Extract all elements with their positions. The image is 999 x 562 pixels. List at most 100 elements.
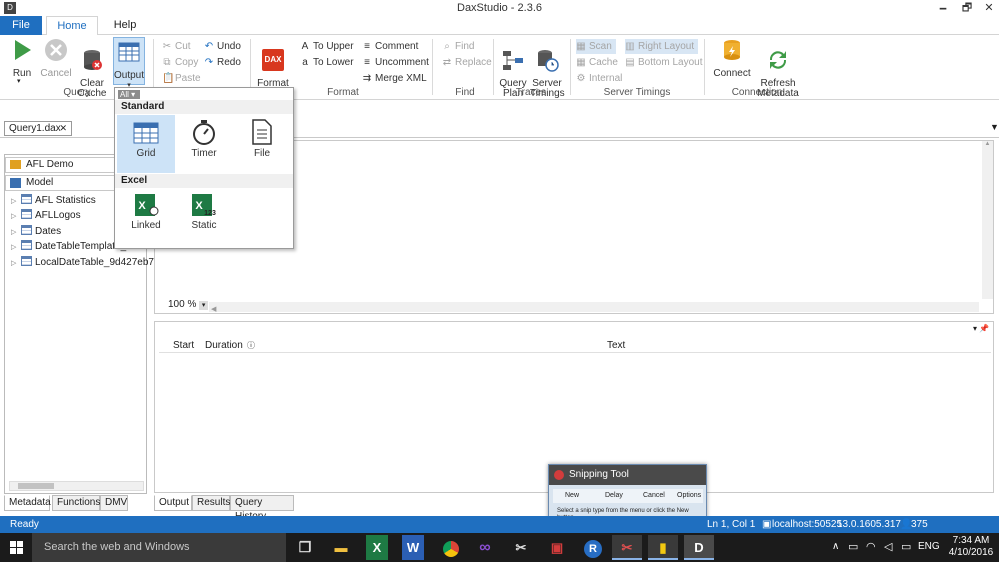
snip-new-button[interactable]: New	[565, 489, 579, 503]
zoom-selector[interactable]: 100 % ▾	[168, 299, 209, 310]
format-group-label: Format	[327, 87, 359, 98]
comment-button[interactable]: ≡ Comment	[362, 39, 418, 54]
r-icon[interactable]: R	[578, 535, 608, 560]
taskbar-search[interactable]: Search the web and Windows	[32, 533, 286, 562]
redo-icon: ↷	[204, 57, 214, 68]
expand-icon[interactable]: ▷	[11, 209, 21, 224]
table-item[interactable]: ▷ Dates	[11, 224, 61, 239]
pane-menu-icon[interactable]: ▾	[973, 324, 977, 333]
tab-file[interactable]: File	[0, 16, 42, 35]
excel-icon[interactable]: X	[366, 535, 388, 560]
presentation-icon[interactable]: ▣	[542, 535, 572, 560]
show-hidden-icons[interactable]: ∧	[832, 541, 839, 552]
paste-button[interactable]: 📋Paste	[162, 71, 201, 86]
internal-toggle[interactable]: ⚙ Internal	[576, 71, 623, 86]
snip-options-button[interactable]: Options	[677, 489, 701, 503]
table-item[interactable]: ▷ DateTableTemplate_	[11, 239, 126, 254]
windows-start-icon[interactable]	[10, 541, 23, 554]
notification-icon[interactable]: ▭	[901, 540, 911, 553]
cut-button[interactable]: ✂ Cut	[162, 39, 191, 54]
ribbon-collapse-icon[interactable]: ▼	[990, 122, 999, 132]
expand-icon[interactable]: ▷	[11, 194, 21, 209]
paste-icon: 📋	[162, 73, 175, 84]
column-start[interactable]: Start	[173, 338, 194, 353]
redo-button[interactable]: ↷ Redo	[204, 55, 241, 70]
wifi-icon[interactable]: ◠	[866, 540, 876, 553]
cache-toggle[interactable]: ▦ Cache	[576, 55, 618, 70]
close-button[interactable]: ✕	[978, 0, 999, 16]
output-timer-item[interactable]: Timer	[175, 115, 233, 173]
to-lower-button[interactable]: a To Lower	[300, 55, 353, 70]
tab-metadata[interactable]: Metadata	[4, 495, 51, 511]
server-name[interactable]: localhost:50525	[772, 516, 842, 533]
run-button[interactable]: Run	[8, 38, 36, 79]
volume-icon[interactable]: ◁	[884, 540, 892, 553]
table-item[interactable]: ▷ LocalDateTable_9d427eb7-	[11, 255, 157, 270]
filter-dropdown[interactable]: All ▾	[118, 90, 140, 99]
tab-help[interactable]: Help	[106, 16, 144, 35]
power-bi-icon[interactable]: ▮	[648, 535, 678, 560]
table-item[interactable]: ▷ AFL Statistics	[11, 193, 96, 208]
output-static-item[interactable]: X 123 Static	[175, 189, 233, 239]
task-view-icon[interactable]: ❐	[290, 535, 320, 560]
snip-cancel-button[interactable]: Cancel	[643, 489, 665, 503]
scroll-left-icon[interactable]: ◀	[209, 306, 216, 313]
snip-delay-button[interactable]: Delay	[605, 489, 623, 503]
scrollbar-thumb[interactable]	[18, 483, 54, 489]
output-linked-item[interactable]: X Linked	[117, 189, 175, 239]
expand-icon[interactable]: ▷	[11, 225, 21, 240]
zoom-dropdown-icon[interactable]: ▾	[199, 301, 209, 310]
minimize-button[interactable]: 🗕	[932, 0, 954, 16]
tab-query-history[interactable]: Query History	[230, 495, 294, 522]
horizontal-scrollbar[interactable]	[9, 481, 144, 491]
tab-query1[interactable]: Query1.dax ✕	[4, 121, 72, 136]
scroll-up-icon[interactable]: ▲	[982, 141, 993, 147]
output-file-item[interactable]: File	[233, 115, 291, 173]
linked-label: Linked	[131, 220, 161, 231]
expand-icon[interactable]: ▷	[11, 256, 21, 271]
right-layout-toggle[interactable]: ▥ Right Layout	[625, 39, 699, 54]
column-text[interactable]: Text	[607, 338, 625, 353]
uncomment-button[interactable]: ≡ Uncomment	[362, 55, 429, 70]
output-button[interactable]: Output ▾	[113, 37, 145, 89]
merge-xml-button[interactable]: ⇉ Merge XML	[362, 71, 427, 86]
chrome-icon[interactable]	[436, 535, 466, 560]
connect-button[interactable]: Connect	[712, 38, 752, 79]
visual-studio-icon[interactable]: ∞	[470, 535, 500, 560]
battery-icon[interactable]: ▭	[848, 540, 858, 553]
find-button[interactable]: ⌕ Find	[442, 39, 474, 54]
cancel-button[interactable]: Cancel	[40, 38, 72, 79]
copy-button[interactable]: ⧉ Copy	[162, 55, 198, 70]
run-dropdown-icon[interactable]: ▾	[17, 77, 21, 85]
tab-dmv[interactable]: DMV	[100, 495, 128, 511]
undo-button[interactable]: ↶ Undo	[204, 39, 241, 54]
clock[interactable]: 7:34 AM 4/10/2016	[946, 535, 996, 559]
uncomment-icon: ≡	[364, 57, 370, 68]
close-tab-icon[interactable]: ✕	[59, 122, 67, 135]
vertical-scrollbar[interactable]: ▲	[982, 141, 993, 299]
restore-button[interactable]: 🗗	[956, 0, 978, 16]
tab-output[interactable]: Output	[154, 495, 192, 511]
language-indicator[interactable]: ENG	[918, 541, 940, 552]
lowercase-icon: a	[302, 57, 308, 68]
file-explorer-icon[interactable]: ▬	[326, 535, 356, 560]
snipping-tool-taskbar-icon[interactable]: ✂	[612, 535, 642, 560]
comment-label: Comment	[375, 41, 419, 52]
scan-toggle[interactable]: ▦ Scan	[576, 39, 616, 54]
editor-horizontal-scrollbar[interactable]: ◀	[209, 302, 979, 313]
tab-functions[interactable]: Functions	[52, 495, 100, 511]
word-icon[interactable]: W	[402, 535, 424, 560]
to-upper-button[interactable]: A To Upper	[300, 39, 354, 54]
table-item[interactable]: ▷ AFLLogos	[11, 208, 81, 223]
dax-studio-taskbar-icon[interactable]: D	[684, 535, 714, 560]
uncomment-label: Uncomment	[375, 57, 429, 68]
bottom-layout-toggle[interactable]: ▤ Bottom Layout	[625, 55, 702, 70]
replace-button[interactable]: ⇄ Replace	[442, 55, 492, 70]
column-duration[interactable]: Duration	[205, 338, 243, 353]
output-grid-item[interactable]: Grid	[117, 115, 175, 173]
tab-results[interactable]: Results	[192, 495, 230, 511]
pin-icon[interactable]: 📌	[979, 324, 989, 333]
tools-icon[interactable]: ✂	[506, 535, 536, 560]
tab-home[interactable]: Home	[46, 16, 98, 36]
expand-icon[interactable]: ▷	[11, 240, 21, 255]
